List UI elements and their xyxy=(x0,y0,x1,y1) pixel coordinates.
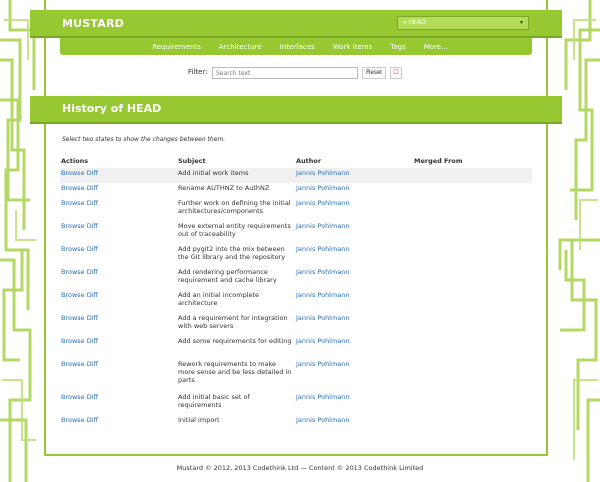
footer-text: Mustard © 2012, 2013 Codethink Ltd — Con… xyxy=(176,464,424,472)
table-row: Browse Diff Add pygit2 into the mix betw… xyxy=(60,244,532,267)
browse-diff-link[interactable]: Browse Diff xyxy=(61,416,98,424)
column-header-author: Author xyxy=(296,157,322,165)
browse-diff-link[interactable]: Browse Diff xyxy=(61,268,98,276)
browse-diff-link[interactable]: Browse Diff xyxy=(61,199,98,207)
branch-select-value: » HEAD xyxy=(403,19,426,26)
table-row: Browse Diff Add a requirement for integr… xyxy=(60,313,532,336)
table-row: Browse Diff Further work on defining the… xyxy=(60,198,532,221)
chevron-down-icon: ▾ xyxy=(519,19,523,26)
row-subject: Initial import xyxy=(178,416,220,424)
page-title: History of HEAD xyxy=(62,102,162,115)
clear-filter-icon[interactable]: ☐ xyxy=(390,67,402,79)
browse-diff-link[interactable]: Browse Diff xyxy=(61,314,98,322)
row-merged-from xyxy=(413,392,532,415)
table-row: Browse Diff Rework requirements to make … xyxy=(60,359,532,392)
row-subject: Add an initial incomplete architecture xyxy=(178,291,260,307)
row-author-link[interactable]: Jannis Pohlmann xyxy=(296,416,350,424)
row-subject: Add rendering performance requirement an… xyxy=(178,268,277,284)
history-table: Actions Subject Author Merged From Brows… xyxy=(60,157,532,430)
browse-diff-link[interactable]: Browse Diff xyxy=(61,245,98,253)
browse-diff-link[interactable]: Browse Diff xyxy=(61,360,98,368)
reset-button[interactable]: Reset xyxy=(362,67,386,79)
filter-row: Filter: Reset ☐ xyxy=(0,66,600,80)
row-merged-from xyxy=(413,336,532,359)
row-subject: Rename AUTHNZ to AuthNZ xyxy=(178,184,270,192)
row-subject: Add pygit2 into the mix between the Git … xyxy=(178,245,286,261)
browse-diff-link[interactable]: Browse Diff xyxy=(61,337,98,345)
row-author-link[interactable]: Jannis Pohlmann xyxy=(296,245,350,253)
browse-diff-link[interactable]: Browse Diff xyxy=(61,169,98,177)
table-row: Browse Diff Rename AUTHNZ to AuthNZ Jann… xyxy=(60,183,532,198)
row-author-link[interactable]: Jannis Pohlmann xyxy=(296,291,350,299)
column-header-actions: Actions xyxy=(61,157,89,165)
column-header-subject: Subject xyxy=(178,157,206,165)
row-subject: Add a requirement for integration with w… xyxy=(178,314,288,330)
row-merged-from xyxy=(413,221,532,244)
row-subject: Add initial work items xyxy=(177,168,295,183)
nav-item-architecture[interactable]: Architecture xyxy=(210,43,271,51)
row-author-link[interactable]: Jannis Pohlmann xyxy=(296,169,350,177)
table-row: Browse Diff Move external entity require… xyxy=(60,221,532,244)
row-merged-from xyxy=(413,359,532,392)
nav-item-tags[interactable]: Tags xyxy=(381,43,415,51)
table-row: Browse Diff Add initial basic set of req… xyxy=(60,392,532,415)
table-row: Browse Diff Add initial work items Janni… xyxy=(60,168,532,183)
row-merged-from xyxy=(413,313,532,336)
nav-item-work-items[interactable]: Work Items xyxy=(324,43,382,51)
filter-search-input[interactable] xyxy=(212,67,358,79)
row-author-link[interactable]: Jannis Pohlmann xyxy=(296,199,350,207)
row-author-link[interactable]: Jannis Pohlmann xyxy=(296,314,350,322)
row-merged-from xyxy=(413,183,532,198)
row-author-link[interactable]: Jannis Pohlmann xyxy=(296,393,350,401)
row-merged-from xyxy=(413,198,532,221)
page-title-bar: History of HEAD xyxy=(30,96,562,124)
instructions-text: Select two states to show the changes be… xyxy=(62,136,226,143)
row-merged-from xyxy=(413,415,532,430)
row-author-link[interactable]: Jannis Pohlmann xyxy=(296,268,350,276)
table-row: Browse Diff Add rendering performance re… xyxy=(60,267,532,290)
row-subject: Add initial basic set of requirements xyxy=(178,393,250,409)
header-bar: MUSTARD » HEAD ▾ xyxy=(30,10,562,38)
browse-diff-link[interactable]: Browse Diff xyxy=(61,291,98,299)
row-subject: Add some requirements for editing xyxy=(178,337,292,345)
row-author-link[interactable]: Jannis Pohlmann xyxy=(296,184,350,192)
brand-logo[interactable]: MUSTARD xyxy=(62,17,124,30)
filter-label: Filter: xyxy=(188,68,208,76)
table-row: Browse Diff Add some requirements for ed… xyxy=(60,336,532,359)
row-subject: Further work on defining the initial arc… xyxy=(178,199,291,215)
row-author-link[interactable]: Jannis Pohlmann xyxy=(296,222,350,230)
row-subject: Move external entity requirements out of… xyxy=(178,222,291,238)
row-merged-from xyxy=(413,244,532,267)
table-row: Browse Diff Initial import Jannis Pohlma… xyxy=(60,415,532,430)
browse-diff-link[interactable]: Browse Diff xyxy=(61,184,98,192)
browse-diff-link[interactable]: Browse Diff xyxy=(61,222,98,230)
table-row: Browse Diff Add an initial incomplete ar… xyxy=(60,290,532,313)
browse-diff-link[interactable]: Browse Diff xyxy=(61,393,98,401)
branch-select[interactable]: » HEAD ▾ xyxy=(397,16,529,30)
nav-item-interfaces[interactable]: Interfaces xyxy=(271,43,324,51)
row-merged-from xyxy=(413,267,532,290)
row-author-link[interactable]: Jannis Pohlmann xyxy=(296,337,350,345)
row-merged-from xyxy=(413,290,532,313)
column-header-merged-from: Merged From xyxy=(414,157,463,165)
main-nav: Requirements Architecture Interfaces Wor… xyxy=(60,38,532,55)
row-merged-from xyxy=(413,168,532,183)
nav-item-requirements[interactable]: Requirements xyxy=(143,43,210,51)
row-author-link[interactable]: Jannis Pohlmann xyxy=(296,360,350,368)
nav-item-more[interactable]: More... xyxy=(415,43,457,51)
row-subject: Rework requirements to make more sense a… xyxy=(178,360,292,384)
